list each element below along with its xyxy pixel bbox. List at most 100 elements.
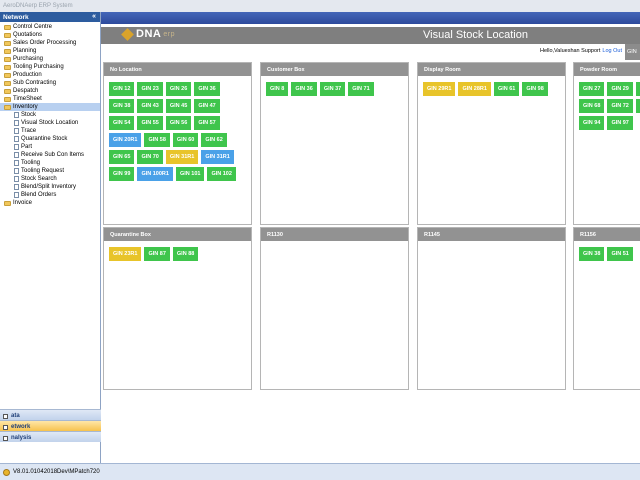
gin-tag[interactable]: GIN 100R1 <box>137 167 173 181</box>
nav-item-trace[interactable]: Trace <box>0 127 100 135</box>
gin-tag[interactable]: GIN 88 <box>172 247 199 261</box>
location-box-display-room: Display Room GIN 29R1 GIN 28R1 GIN 61 GIN 98 <box>417 62 566 225</box>
nav-item-stock[interactable]: Stock <box>0 111 100 119</box>
gin-tab[interactable]: GIN <box>625 44 640 60</box>
nav-item-stock-search[interactable]: Stock Search <box>0 175 100 183</box>
location-title: Powder Room <box>574 63 640 76</box>
gin-tag[interactable]: GIN 36 <box>291 82 317 96</box>
location-items: GIN 38 GIN 51 <box>574 241 640 267</box>
nav-item-label: Production <box>13 72 42 78</box>
page-icon <box>14 168 19 174</box>
gin-tag[interactable]: GIN 26 <box>165 82 192 96</box>
page-icon <box>14 176 19 182</box>
nav-item-blend-orders[interactable]: Blend Orders <box>0 191 100 199</box>
gin-tag[interactable]: GIN 101 <box>175 167 205 181</box>
gin-tag[interactable]: GIN 52 <box>635 82 640 96</box>
nav-item-part[interactable]: Part <box>0 143 100 151</box>
gin-tag[interactable]: GIN 27 <box>579 82 605 96</box>
nav-item-purchasing[interactable]: Purchasing <box>0 55 100 63</box>
nav-item-tooling-request[interactable]: Tooling Request <box>0 167 100 175</box>
gin-tag[interactable]: GIN 61 <box>493 82 520 96</box>
nav-item-production[interactable]: Production <box>0 71 100 79</box>
nav-item-inventory[interactable]: Inventory <box>0 103 100 111</box>
gin-tag[interactable]: GIN 54 <box>109 116 135 130</box>
gin-tag[interactable]: GIN 12 <box>109 82 135 96</box>
gin-tag[interactable]: GIN 31R1 <box>165 150 199 164</box>
location-box-customer-box: Customer Box GIN 8 GIN 36 GIN 37 GIN 71 <box>260 62 409 225</box>
section-icon <box>3 413 8 419</box>
gin-tag[interactable]: GIN 71 <box>348 82 374 96</box>
location-items <box>261 241 408 253</box>
gin-tag[interactable]: GIN 23 <box>137 82 163 96</box>
nav-item-label: Blend Orders <box>21 192 57 198</box>
gin-tag[interactable]: GIN 57 <box>194 116 220 130</box>
gin-tag[interactable]: GIN 99 <box>109 167 135 181</box>
logout-link[interactable]: Log Out <box>602 48 622 54</box>
location-title: R1130 <box>261 228 408 241</box>
gin-tag[interactable]: GIN 37 <box>319 82 346 96</box>
gin-tag[interactable]: GIN 98 <box>522 82 548 96</box>
gin-tag[interactable]: GIN 68 <box>579 99 605 113</box>
nav-section-nalysis[interactable]: nalysis <box>0 431 101 442</box>
gin-tag[interactable]: GIN 94 <box>579 116 605 130</box>
gin-tag[interactable]: GIN 87 <box>144 247 170 261</box>
folder-icon <box>4 89 11 94</box>
nav-item-sub-contracting[interactable]: Sub Contracting <box>0 79 100 87</box>
page-header: DNA erp Visual Stock Location <box>101 27 640 44</box>
nav-item-receive-sub-con-items[interactable]: Receive Sub Con Items <box>0 151 100 159</box>
gin-tag[interactable]: GIN 45 <box>165 99 192 113</box>
location-title: R1145 <box>418 228 565 241</box>
gin-tag[interactable]: GIN 65 <box>109 150 135 164</box>
folder-icon <box>4 57 11 62</box>
location-box-r1145: R1145 <box>417 227 566 390</box>
gin-tag[interactable]: GIN 97 <box>607 116 633 130</box>
gin-tag[interactable]: GIN 55 <box>137 116 163 130</box>
navigation-panel: Network « Control Centre Quotations Sales … <box>0 12 101 463</box>
gin-tag[interactable]: GIN 38 <box>109 99 135 113</box>
nav-item-tooling[interactable]: Tooling <box>0 159 100 167</box>
gin-tag[interactable]: GIN 36 <box>194 82 220 96</box>
collapse-icon[interactable]: « <box>92 13 96 20</box>
gin-tag[interactable]: GIN 58 <box>144 133 170 147</box>
nav-section-etwork[interactable]: etwork <box>0 420 101 431</box>
nav-item-quarantine-stock[interactable]: Quarantine Stock <box>0 135 100 143</box>
nav-item-tooling-purchasing[interactable]: Tooling Purchasing <box>0 63 100 71</box>
nav-item-despatch[interactable]: Despatch <box>0 87 100 95</box>
gin-tag[interactable]: GIN 51 <box>607 247 633 261</box>
nav-item-label: Invoice <box>13 200 33 206</box>
gin-tag[interactable]: GIN 82 <box>635 99 640 113</box>
gin-tag[interactable]: GIN 102 <box>207 167 236 181</box>
gin-tag[interactable]: GIN 38 <box>579 247 605 261</box>
gin-tag[interactable]: GIN 70 <box>137 150 163 164</box>
gin-tag[interactable]: GIN 29 <box>607 82 633 96</box>
gin-tag[interactable]: GIN 28R1 <box>458 82 491 96</box>
gin-tag[interactable]: GIN 29R1 <box>423 82 456 96</box>
nav-item-invoice[interactable]: Invoice <box>0 199 100 207</box>
folder-icon <box>4 33 11 38</box>
gin-tag[interactable]: GIN 31R1 <box>201 150 234 164</box>
gin-tag[interactable]: GIN 43 <box>137 99 163 113</box>
nav-section-ata[interactable]: ata <box>0 409 101 420</box>
nav-item-label: Quarantine Stock <box>21 136 68 142</box>
gin-tag[interactable]: GIN 20R1 <box>109 133 142 147</box>
location-title: Display Room <box>418 63 565 76</box>
gin-tag[interactable]: GIN 8 <box>266 82 289 96</box>
nav-item-planning[interactable]: Planning <box>0 47 100 55</box>
gin-tag[interactable]: GIN 47 <box>194 99 220 113</box>
gin-tag[interactable]: GIN 62 <box>201 133 227 147</box>
gin-tag[interactable]: GIN 23R1 <box>109 247 142 261</box>
nav-item-blend-split-inventory[interactable]: Blend/Split Inventory <box>0 183 100 191</box>
nav-item-label: Despatch <box>13 88 39 94</box>
nav-item-label: Tooling Request <box>21 168 65 174</box>
nav-item-visual-stock-location[interactable]: Visual Stock Location <box>0 119 100 127</box>
gin-tag[interactable]: GIN 72 <box>607 99 633 113</box>
nav-item-control-centre[interactable]: Control Centre <box>0 23 100 31</box>
nav-item-sales-order-processing[interactable]: Sales Order Processing <box>0 39 100 47</box>
folder-icon <box>4 97 11 102</box>
page-icon <box>14 128 19 134</box>
nav-item-quotations[interactable]: Quotations <box>0 31 100 39</box>
gin-tag[interactable]: GIN 60 <box>172 133 199 147</box>
nav-item-label: Receive Sub Con Items <box>21 152 85 158</box>
nav-item-timesheet[interactable]: TimeSheet <box>0 95 100 103</box>
gin-tag[interactable]: GIN 56 <box>165 116 192 130</box>
